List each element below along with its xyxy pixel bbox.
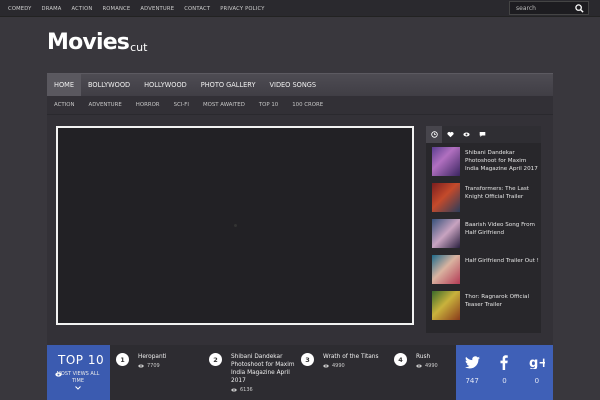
tab-most-viewed[interactable] xyxy=(458,126,474,143)
rank-number: 3 xyxy=(301,353,314,366)
svg-text:g+: g+ xyxy=(529,356,545,369)
nav-home[interactable]: HOME xyxy=(47,73,82,97)
subnav-sci-fi[interactable]: SCI-FI xyxy=(167,102,196,108)
post-title[interactable]: Thor: Ragnarok Official Teaser Trailer xyxy=(465,291,540,326)
post-item[interactable]: Transformers: The Last Knight Official T… xyxy=(432,183,541,218)
tab-comments[interactable] xyxy=(474,126,490,143)
topnav-adventure[interactable]: ADVENTURE xyxy=(140,6,174,12)
subnav-action[interactable]: ACTION xyxy=(47,102,82,108)
rank-title[interactable]: Rush xyxy=(416,353,456,361)
post-title[interactable]: Transformers: The Last Knight Official T… xyxy=(465,183,540,218)
topnav-action[interactable]: ACTION xyxy=(72,6,93,12)
search-placeholder: search xyxy=(516,4,536,12)
rank-number: 2 xyxy=(209,353,222,366)
subnav-horror[interactable]: HORROR xyxy=(129,102,167,108)
view-count: 7709 xyxy=(147,363,160,370)
top-nav: COMEDY DRAMA ACTION ROMANCE ADVENTURE CO… xyxy=(8,0,275,17)
post-item[interactable]: Shibani Dandekar Photoshoot for Maxim In… xyxy=(432,147,541,182)
post-thumbnail[interactable] xyxy=(432,291,460,320)
tab-recent[interactable] xyxy=(426,126,442,143)
post-list: Shibani Dandekar Photoshoot for Maxim In… xyxy=(426,143,541,326)
topnav-contact[interactable]: CONTACT xyxy=(184,6,210,12)
sub-nav: ACTION ADVENTURE HORROR SCI-FI MOST AWAI… xyxy=(47,96,553,115)
search-icon[interactable] xyxy=(575,4,584,13)
rank-number: 1 xyxy=(116,353,129,366)
top10-item[interactable]: 2 Shibani Dandekar Photoshoot for Maxim … xyxy=(209,353,295,393)
facebook-icon xyxy=(500,354,509,370)
view-count: 6136 xyxy=(240,387,253,394)
top10-item[interactable]: 1 Heropanti 7709 xyxy=(116,353,206,369)
post-thumbnail[interactable] xyxy=(432,255,460,284)
post-thumbnail[interactable] xyxy=(432,147,460,176)
comment-icon xyxy=(479,132,485,137)
clock-icon xyxy=(430,131,438,138)
topnav-drama[interactable]: DRAMA xyxy=(42,6,62,12)
player-center-dot xyxy=(234,224,237,227)
post-title[interactable]: Baarish Video Song From Half Girlfriend xyxy=(465,219,540,254)
eye-icon xyxy=(323,364,329,368)
subnav-top-10[interactable]: TOP 10 xyxy=(252,102,285,108)
chevron-down-icon[interactable] xyxy=(75,386,81,390)
tab-popular[interactable] xyxy=(442,126,458,143)
post-thumbnail[interactable] xyxy=(432,183,460,212)
topnav-comedy[interactable]: COMEDY xyxy=(8,6,32,12)
post-item[interactable]: Thor: Ragnarok Official Teaser Trailer xyxy=(432,291,541,326)
social-google-plus[interactable]: g+ 0 xyxy=(521,345,553,400)
nav-photo-gallery[interactable]: PHOTO GALLERY xyxy=(194,74,263,97)
rank-title[interactable]: Heropanti xyxy=(138,353,206,361)
sidebar-widget: Shibani Dandekar Photoshoot for Maxim In… xyxy=(426,126,541,333)
eye-icon xyxy=(416,364,422,368)
nav-bollywood[interactable]: BOLLYWOOD xyxy=(81,74,137,97)
subnav-most-awaited[interactable]: MOST AWAITED xyxy=(196,102,252,108)
view-count: 4990 xyxy=(425,363,438,370)
google-plus-count: 0 xyxy=(534,377,540,385)
post-item[interactable]: Baarish Video Song From Half Girlfriend xyxy=(432,219,541,254)
top-bar: COMEDY DRAMA ACTION ROMANCE ADVENTURE CO… xyxy=(0,0,600,17)
top10-title: TOP 10 xyxy=(58,353,105,367)
nav-hollywood[interactable]: HOLLYWOOD xyxy=(137,74,194,97)
post-thumbnail[interactable] xyxy=(432,219,460,248)
post-item[interactable]: Half Girlfriend Trailer Out ! xyxy=(432,255,541,290)
post-title[interactable]: Shibani Dandekar Photoshoot for Maxim In… xyxy=(465,147,540,182)
facebook-count: 0 xyxy=(502,377,507,385)
heart-icon xyxy=(446,131,454,138)
eye-icon xyxy=(138,364,144,368)
social-facebook[interactable]: 0 xyxy=(488,345,520,400)
social-counters: 747 0 g+ 0 xyxy=(456,345,553,400)
topnav-romance[interactable]: ROMANCE xyxy=(102,6,130,12)
search-input[interactable]: search xyxy=(509,1,589,15)
rank-title[interactable]: Shibani Dandekar Photoshoot for Maxim In… xyxy=(231,353,295,385)
topnav-privacy-policy[interactable]: PRIVACY POLICY xyxy=(220,6,264,12)
nav-video-songs[interactable]: VIDEO SONGS xyxy=(262,74,323,97)
twitter-icon xyxy=(464,355,480,368)
subnav-adventure[interactable]: ADVENTURE xyxy=(82,102,129,108)
top10-item[interactable]: 3 Wrath of the Titans 4990 xyxy=(301,353,393,369)
main-nav: HOME BOLLYWOOD HOLLYWOOD PHOTO GALLERY V… xyxy=(47,73,553,97)
logo-sub: cut xyxy=(130,41,148,54)
subnav-100-crore[interactable]: 100 CRORE xyxy=(285,102,330,108)
sidebar-tabs xyxy=(426,126,541,143)
twitter-count: 747 xyxy=(465,377,479,385)
rank-number: 4 xyxy=(394,353,407,366)
rank-title[interactable]: Wrath of the Titans xyxy=(323,353,393,361)
eye-icon xyxy=(231,388,237,392)
google-plus-icon: g+ xyxy=(529,356,545,369)
top10-subtitle: MOST VIEWS ALL TIME xyxy=(56,371,100,384)
social-twitter[interactable]: 747 xyxy=(456,345,488,400)
site-logo[interactable]: Movies cut xyxy=(47,24,147,54)
view-count: 4990 xyxy=(332,363,345,370)
eye-icon xyxy=(462,132,470,137)
logo-main: Movies xyxy=(47,30,130,55)
top10-label: TOP 10 MOST VIEWS ALL TIME xyxy=(47,345,110,400)
post-title[interactable]: Half Girlfriend Trailer Out ! xyxy=(465,255,540,290)
video-player[interactable] xyxy=(56,126,414,325)
top10-item[interactable]: 4 Rush 4990 xyxy=(394,353,456,369)
